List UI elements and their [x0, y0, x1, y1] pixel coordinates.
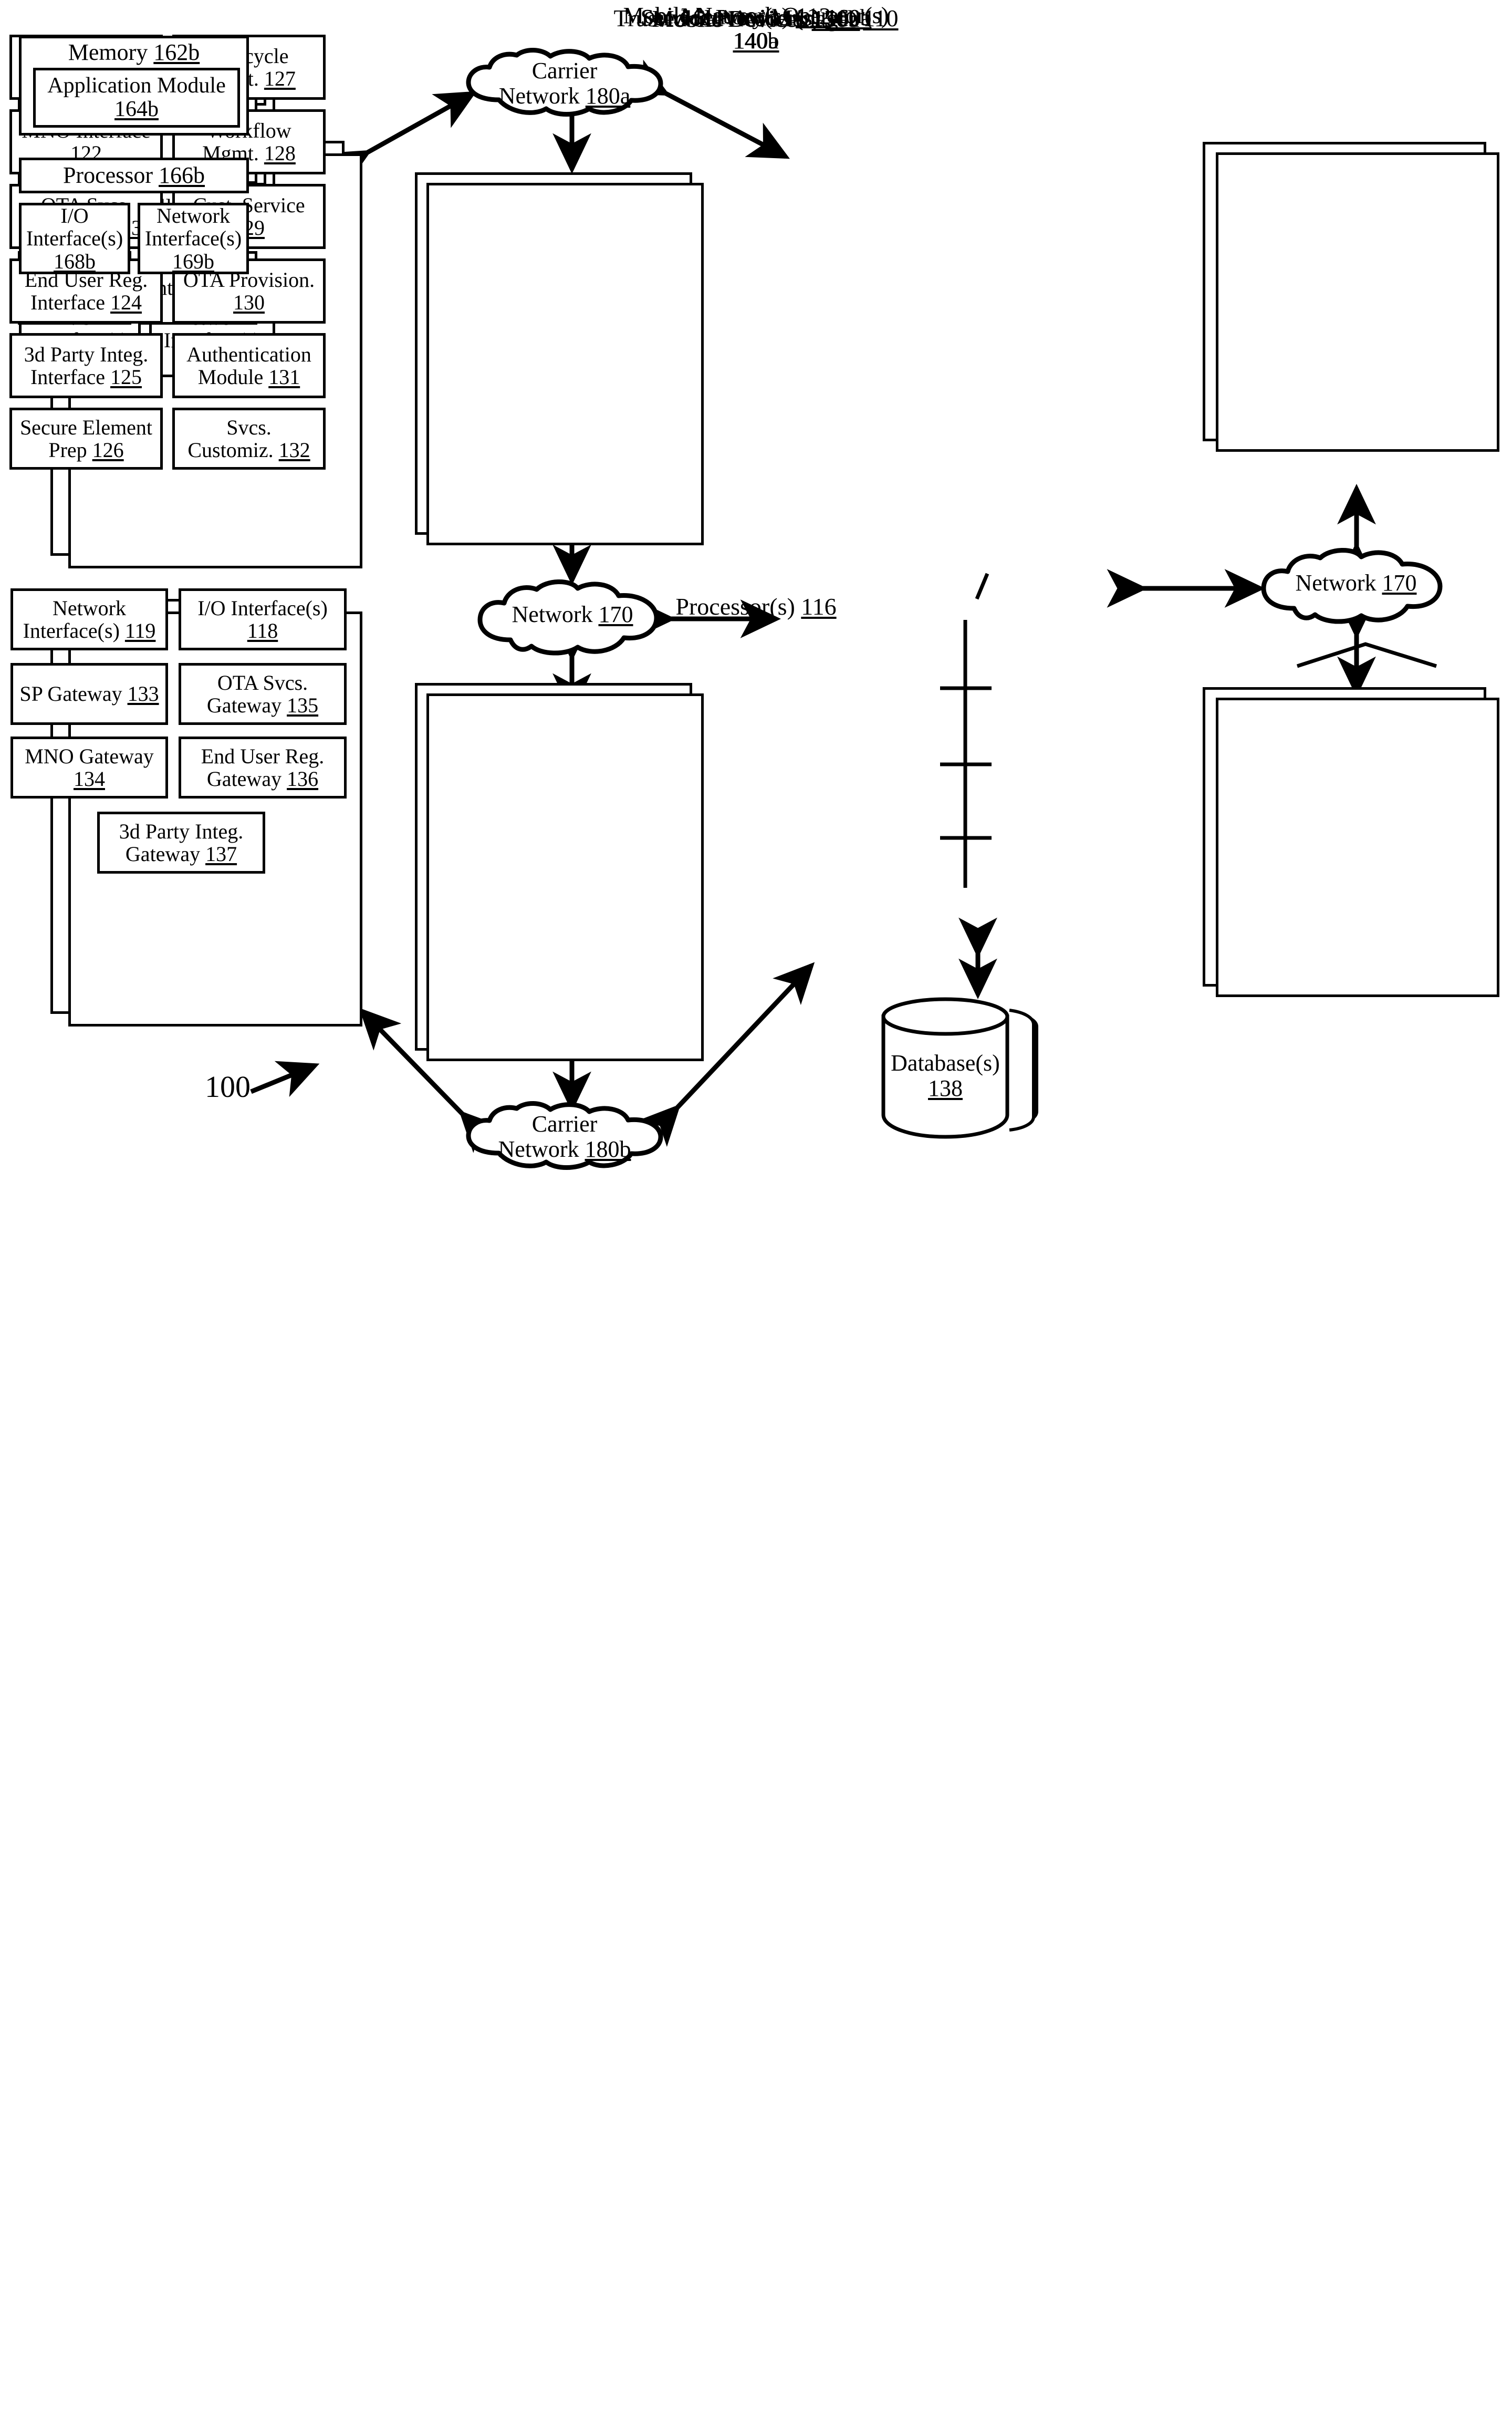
- database-138: Database(s) 138: [878, 993, 1051, 1153]
- diagram-canvas: Mobile Devices 150a Memory 152a Data Fil…: [0, 0, 1512, 1213]
- tsm-sp-gateway-133: SP Gateway 133: [11, 663, 168, 725]
- sp160a-stack-back1: [1216, 152, 1499, 452]
- tsm-memory: Memory(s) 112 SP Interface121 MNO Interf…: [0, 3, 831, 1969]
- sp160b-memory: Memory 162b Application Module 164b: [19, 36, 249, 136]
- figure-number-leader-arrow: [250, 1061, 320, 1097]
- tsm-io-interface-118: I/O Interface(s) 118: [179, 588, 347, 650]
- network-170-center-cloud: Network 170: [473, 578, 672, 657]
- carrier-network-180b-cloud: Carrier Network 180b: [462, 1101, 667, 1171]
- sp160b-memory-title: Memory 162b: [68, 39, 200, 66]
- tsm-mno-gateway-134: MNO Gateway 134: [11, 737, 168, 799]
- network-170-right-cloud: Network 170: [1256, 546, 1456, 625]
- sp160b-stack-back1: [1216, 698, 1499, 997]
- tsm-end-user-reg-gateway-136: End User Reg. Gateway 136: [179, 737, 347, 799]
- sp160b-io-interface: I/O Interface(s) 168b: [19, 203, 130, 274]
- trusted-service-manager-panel: Trusted Service Manager 110 Memory(s) 11…: [0, 3, 899, 2385]
- tsm-network-interface-119: Network Interface(s) 119: [11, 588, 168, 650]
- sp160b-network-interface: Network Interface(s) 169b: [138, 203, 249, 274]
- sp160b-application-module: Application Module 164b: [33, 68, 240, 128]
- carrier-network-180a-cloud: Carrier Network 180a: [462, 48, 667, 118]
- sp160b-processor: Processor 166b: [19, 158, 249, 193]
- figure-number-100: 100: [205, 1070, 251, 1104]
- tsm-3d-party-integ-gateway-137: 3d Party Integ. Gateway 137: [97, 812, 265, 874]
- service-provider-160a-panel: Service Provider(s) 160a Memory 162a App…: [0, 5, 871, 2426]
- sp160b-title: Service Provider(s) 160b: [640, 5, 872, 31]
- tsm-ota-svcs-gateway-135: OTA Svcs. Gateway 135: [179, 663, 347, 725]
- tsm-processor-116: Processor(s) 116: [675, 593, 837, 620]
